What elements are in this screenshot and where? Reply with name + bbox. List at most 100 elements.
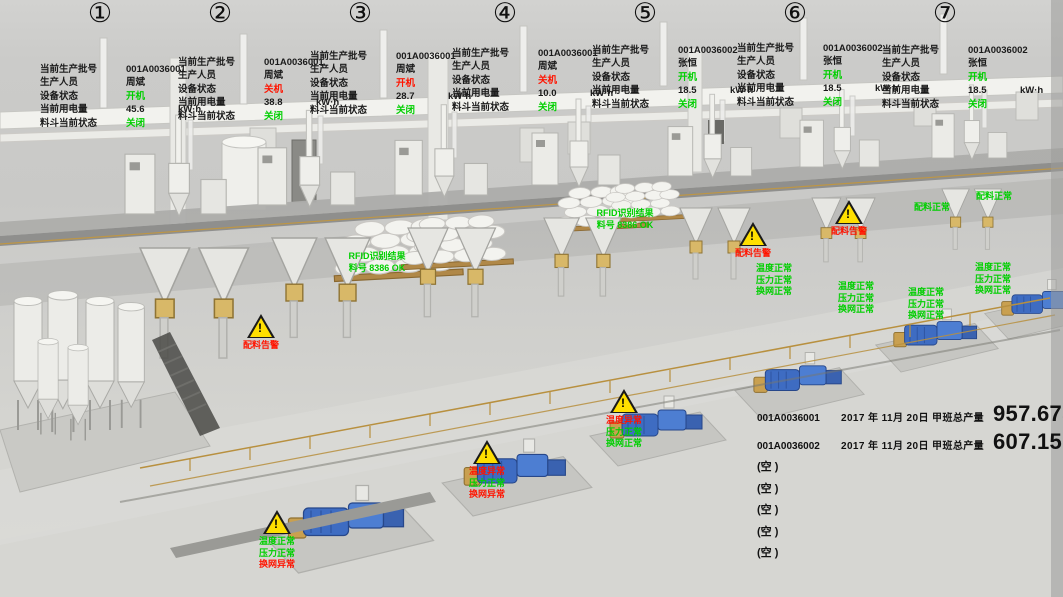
annotation-text: 配料正常 bbox=[914, 202, 950, 214]
value-batch: 001A0036001 bbox=[396, 50, 448, 63]
label-batch: 当前生产批号 bbox=[592, 44, 678, 57]
value-hopper-status: 关闭 bbox=[538, 101, 590, 114]
value-operator: 张恒 bbox=[678, 57, 730, 70]
annotation-text: 温度正常 bbox=[756, 263, 792, 275]
label-batch: 当前生产批号 bbox=[40, 63, 126, 76]
value-power: 28.7 bbox=[396, 90, 448, 103]
value-hopper-status: 关闭 bbox=[126, 117, 178, 130]
annotation-text: 换网异常 bbox=[259, 559, 295, 571]
value-operator: 张恒 bbox=[968, 57, 1020, 70]
label-power: 当前用电量 bbox=[737, 82, 823, 95]
annotation-text: 压力正常 bbox=[259, 548, 295, 560]
summary-empty-row: (空 ) bbox=[757, 479, 1063, 501]
value-hopper-status: 关闭 bbox=[264, 110, 316, 123]
value-hopper-status: 关闭 bbox=[396, 104, 448, 117]
annotation-text: 温度正常 bbox=[975, 262, 1011, 274]
station-7-number: ⑦ bbox=[933, 0, 957, 29]
summary-empty-row: (空 ) bbox=[757, 543, 1063, 565]
station-4-number: ④ bbox=[493, 0, 517, 29]
warning-annotation: !配料告警 bbox=[735, 222, 771, 260]
annotation-text: RFID识别结果 bbox=[597, 208, 654, 220]
warning-annotation: !配料告警 bbox=[243, 314, 279, 352]
annotation-text: 换网正常 bbox=[908, 310, 944, 322]
label-device-status: 设备状态 bbox=[592, 71, 678, 84]
annotation-text: 温度正常 bbox=[259, 536, 295, 548]
label-hopper-status: 料斗当前状态 bbox=[452, 101, 538, 114]
value-hopper-status: 关闭 bbox=[823, 96, 875, 109]
station-2-number: ② bbox=[208, 0, 232, 29]
annotation-text: 料号 8386 OK bbox=[349, 263, 406, 275]
value-batch: 001A0036002 bbox=[678, 44, 730, 57]
label-device-status: 设备状态 bbox=[737, 69, 823, 82]
label-device-status: 设备状态 bbox=[178, 83, 264, 96]
annotation-text: 料号 8386 OK bbox=[597, 220, 654, 232]
label-operator: 生产人员 bbox=[882, 57, 968, 70]
production-summary: 001A0036001 2017 年 11月 20日 甲班总产量 957.675… bbox=[757, 401, 1063, 565]
value-operator: 周斌 bbox=[538, 60, 590, 73]
label-hopper-status: 料斗当前状态 bbox=[737, 96, 823, 109]
annotation-text: 压力正常 bbox=[908, 299, 944, 311]
status-annotation: 温度正常压力正常换网正常 bbox=[838, 281, 874, 316]
station-6-number: ⑥ bbox=[783, 0, 807, 29]
warning-annotation: !温度异常压力正常换网异常 bbox=[469, 440, 505, 501]
summary-row: 001A0036001 2017 年 11月 20日 甲班总产量 957.675… bbox=[757, 401, 1063, 429]
label-batch: 当前生产批号 bbox=[310, 50, 396, 63]
status-annotation: RFID识别结果料号 8386 OK bbox=[597, 208, 654, 231]
label-hopper-status: 料斗当前状态 bbox=[40, 117, 126, 130]
label-hopper-status: 料斗当前状态 bbox=[178, 110, 264, 123]
value-operator: 周斌 bbox=[264, 69, 316, 82]
warning-annotation: !温度异常压力正常换网正常 bbox=[606, 389, 642, 450]
label-batch: 当前生产批号 bbox=[178, 56, 264, 69]
summary-empty-row: (空 ) bbox=[757, 522, 1063, 544]
annotation-text: 换网正常 bbox=[756, 286, 792, 298]
annotation-text: RFID识别结果 bbox=[349, 251, 406, 263]
warning-triangle-icon: ! bbox=[739, 222, 767, 246]
warning-triangle-icon: ! bbox=[835, 200, 863, 224]
label-operator: 生产人员 bbox=[592, 57, 678, 70]
value-power: 18.5 bbox=[678, 84, 730, 97]
value-hopper-status: 关闭 bbox=[968, 98, 1020, 111]
summary-total-value: 957.675 bbox=[993, 401, 1063, 427]
label-hopper-status: 料斗当前状态 bbox=[592, 98, 678, 111]
label-hopper-status: 料斗当前状态 bbox=[310, 104, 396, 117]
label-power: 当前用电量 bbox=[452, 87, 538, 100]
summary-total-value: 607.150 bbox=[993, 429, 1063, 455]
value-operator: 周斌 bbox=[126, 76, 178, 89]
annotation-text: 压力正常 bbox=[756, 275, 792, 287]
label-power: 当前用电量 bbox=[592, 84, 678, 97]
annotation-text: 换网正常 bbox=[975, 285, 1011, 297]
status-annotation: RFID识别结果料号 8386 OK bbox=[349, 251, 406, 274]
warning-triangle-icon: ! bbox=[610, 389, 638, 413]
annotation-text: 温度异常 bbox=[469, 466, 505, 478]
warning-triangle-icon: ! bbox=[473, 440, 501, 464]
value-device-status: 关机 bbox=[538, 74, 590, 87]
summary-batch: 001A0036001 bbox=[757, 413, 841, 424]
value-power: 18.5 bbox=[968, 84, 1020, 97]
factory-monitoring-screen: ① ② ③ ④ ⑤ ⑥ ⑦ 当前生产批号001A0036001 生产人员周斌 设… bbox=[0, 0, 1063, 597]
label-batch: 当前生产批号 bbox=[452, 47, 538, 60]
station-6-status-panel: 当前生产批号001A0036002 生产人员张恒 设备状态开机 当前用电量18.… bbox=[737, 42, 905, 109]
label-power: 当前用电量 bbox=[40, 103, 126, 116]
value-batch: 001A0036002 bbox=[823, 42, 875, 55]
status-annotation: 温度正常压力正常换网正常 bbox=[975, 262, 1011, 297]
value-power: 10.0 bbox=[538, 87, 590, 100]
value-device-status: 关机 bbox=[264, 83, 316, 96]
value-batch: 001A0036001 bbox=[126, 63, 178, 76]
annotation-text: 温度正常 bbox=[908, 287, 944, 299]
annotation-text: 换网正常 bbox=[606, 438, 642, 450]
status-annotation: 配料正常 bbox=[914, 202, 950, 214]
station-7-status-panel: 当前生产批号001A0036002 生产人员张恒 设备状态开机 当前用电量18.… bbox=[882, 44, 1050, 111]
warning-annotation: !温度正常压力正常换网异常 bbox=[259, 510, 295, 571]
label-operator: 生产人员 bbox=[178, 69, 264, 82]
label-hopper-status: 料斗当前状态 bbox=[882, 98, 968, 111]
value-power: 45.6 bbox=[126, 103, 178, 116]
summary-label: 2017 年 11月 20日 甲班总产量 bbox=[841, 409, 993, 424]
label-power: 当前用电量 bbox=[882, 84, 968, 97]
value-device-status: 开机 bbox=[968, 71, 1020, 84]
value-batch: 001A0036001 bbox=[264, 56, 316, 69]
label-operator: 生产人员 bbox=[40, 76, 126, 89]
value-batch: 001A0036001 bbox=[538, 47, 590, 60]
annotation-text: 温度异常 bbox=[606, 415, 642, 427]
label-batch: 当前生产批号 bbox=[882, 44, 968, 57]
value-batch: 001A0036002 bbox=[968, 44, 1020, 57]
